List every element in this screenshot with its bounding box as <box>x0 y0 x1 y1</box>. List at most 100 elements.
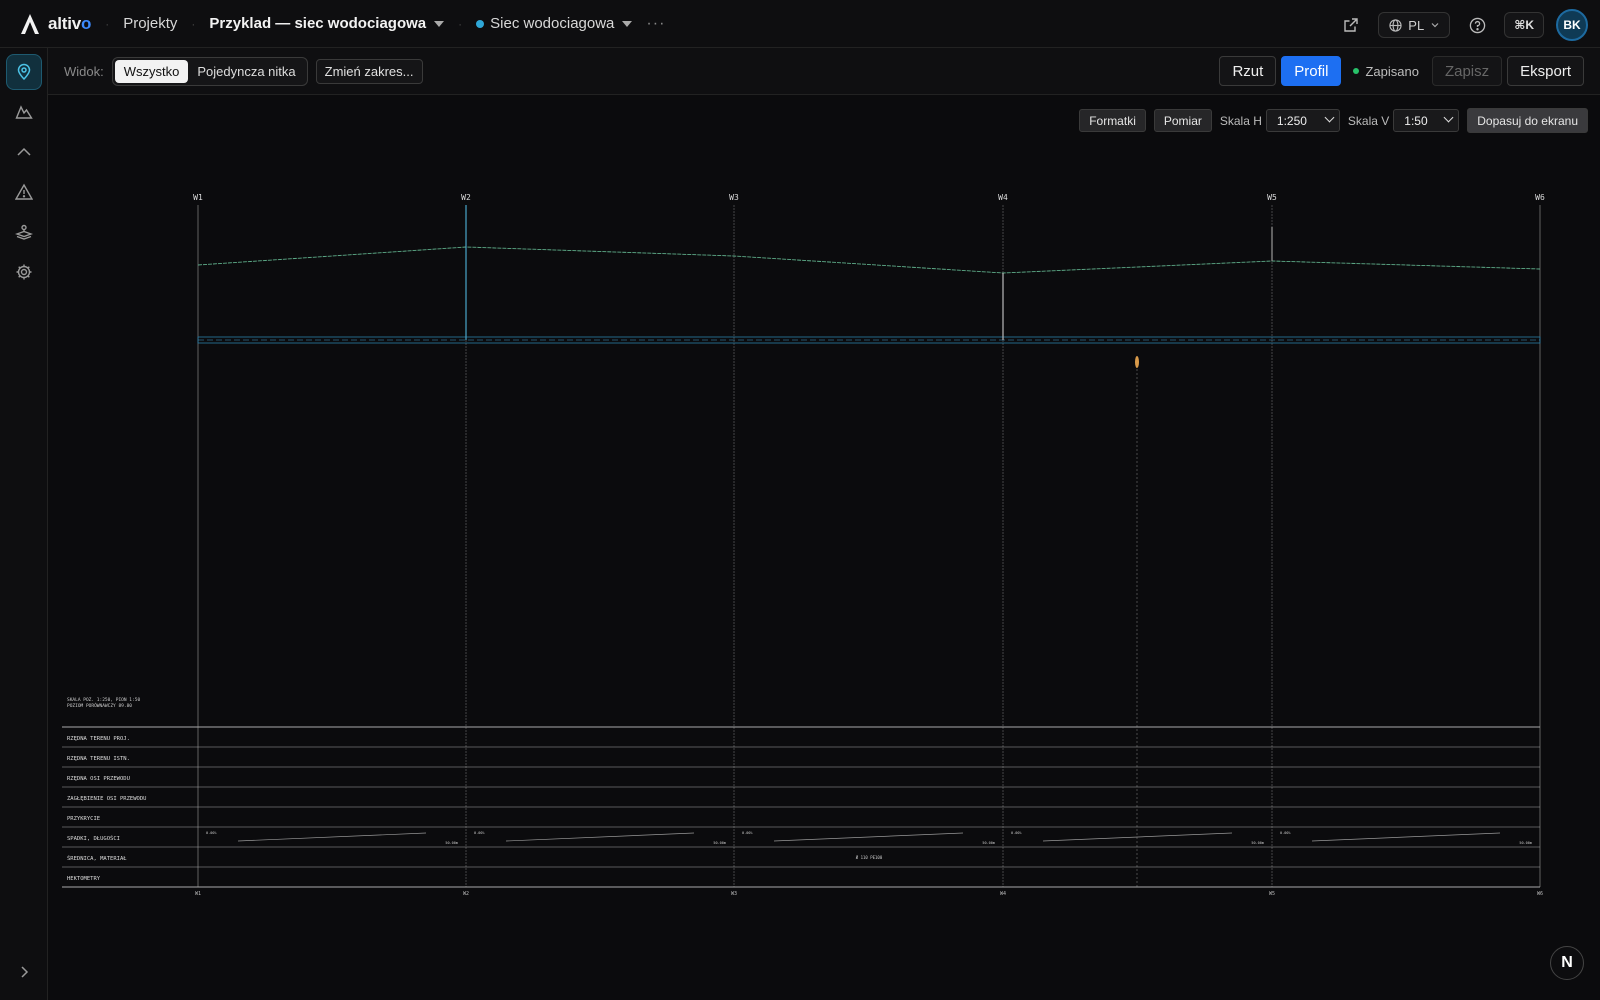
profile-view-button[interactable]: Profil <box>1281 56 1342 86</box>
view-segmented-control: Wszystko Pojedyncza nitka <box>111 56 308 86</box>
logo-icon <box>21 13 39 34</box>
help-button[interactable] <box>1462 10 1492 40</box>
sheet-templates-button[interactable]: Formatki <box>1079 109 1146 132</box>
table-row-label: PRZYKRYCIE <box>67 816 100 822</box>
sidebar-item-layers[interactable] <box>6 214 42 250</box>
save-button[interactable]: Zapisz <box>1431 56 1503 86</box>
canvas-controls: Formatki Pomiar Skala H 1:250 Skala V 1:… <box>1071 108 1588 133</box>
node-bottom-label: W4 <box>1000 891 1006 897</box>
command-palette-button[interactable]: ⌘K <box>1504 12 1544 38</box>
assistant-button[interactable]: N <box>1550 946 1584 980</box>
length-label: 50.00m <box>1519 841 1532 845</box>
chevron-down-icon <box>1324 112 1335 123</box>
map-pin-icon <box>17 63 31 81</box>
table-row-label: ŚREDNICA, MATERIAŁ <box>67 855 127 862</box>
fit-to-screen-button[interactable]: Dopasuj do ekranu <box>1467 108 1588 133</box>
sidebar-item-warnings[interactable] <box>6 174 42 210</box>
breadcrumb-separator: · <box>191 16 196 31</box>
slope-line <box>1042 832 1233 842</box>
table-row-label: HEKTOMETRY <box>67 876 101 882</box>
sidebar-item-map[interactable] <box>6 54 42 90</box>
length-label: 50.00m <box>445 841 458 845</box>
network-status-dot <box>476 20 485 29</box>
slope-line <box>237 832 427 842</box>
language-label: PL <box>1408 17 1425 33</box>
breadcrumb-network[interactable]: Siec wodociagowa <box>476 15 633 32</box>
breadcrumb-project[interactable]: Przyklad — siec wodociagowa <box>209 15 445 32</box>
top-bar: altivo · Projekty · Przyklad — siec wodo… <box>0 0 1600 48</box>
node-bottom-label: W2 <box>463 891 469 897</box>
save-status-label: Zapisano <box>1365 63 1419 79</box>
more-menu-button[interactable]: ··· <box>646 15 665 33</box>
node-bottom-label: W3 <box>731 891 737 897</box>
layers-icon <box>15 224 33 240</box>
scale-h-select[interactable]: 1:250 <box>1265 109 1340 132</box>
length-label: 50.00m <box>713 841 726 845</box>
external-link-icon <box>1344 18 1358 32</box>
fitting-marker <box>1135 356 1139 368</box>
breadcrumb-separator: · <box>105 16 110 31</box>
sidebar <box>0 48 48 1000</box>
slope-line <box>773 832 964 842</box>
table-row-label: SPADKI, DŁUGOŚCI <box>67 835 120 842</box>
slope-label: 0.00% <box>742 831 753 835</box>
length-label: 50.00m <box>982 841 995 845</box>
scale-h-value: 1:250 <box>1276 113 1307 128</box>
table-row-label: ZAGŁĘBIENIE OSI PRZEWODU <box>67 796 146 802</box>
slope-line <box>505 832 695 842</box>
help-icon <box>1469 17 1485 33</box>
node-label: W6 <box>1535 193 1545 202</box>
breadcrumb-projects[interactable]: Projekty <box>123 15 177 32</box>
scale-v-label: Skala V <box>1347 113 1390 128</box>
slope-label: 0.00% <box>474 831 485 835</box>
measure-button[interactable]: Pomiar <box>1153 109 1212 132</box>
expand-icon <box>21 966 29 978</box>
slope-line <box>1311 832 1501 842</box>
slope-label: 0.00% <box>1011 831 1022 835</box>
table-row-label: RZĘDNA TERENU PROJ. <box>67 736 130 742</box>
profile-canvas[interactable]: W1 W1 W2 W2 W3 W3 W4 W4 W5 W5 W6 W6 SKALA POZ. 1:250… <box>48 95 1600 1000</box>
node-label: W4 <box>998 193 1008 202</box>
legend-line: SKALA POZ. 1:250, PION 1:50 <box>67 697 140 703</box>
view-option-single[interactable]: Pojedyncza nitka <box>188 60 304 83</box>
profile-drawing[interactable]: W1 W1 W2 W2 W3 W3 W4 W4 W5 W5 W6 W6 SKALA POZ. 1:250… <box>48 95 1600 1000</box>
plan-view-button[interactable]: Rzut <box>1219 56 1277 86</box>
scale-v-select[interactable]: 1:50 <box>1393 109 1460 132</box>
warning-icon <box>15 183 33 200</box>
node-bottom-label: W1 <box>195 891 201 897</box>
view-toolbar: Widok: Wszystko Pojedyncza nitka Zmień z… <box>48 48 1600 95</box>
terrain-line <box>197 246 1541 274</box>
app-logo[interactable]: altivo <box>20 13 91 35</box>
sidebar-item-terrain[interactable] <box>6 94 42 130</box>
legend-line: POZIOM PORÓWNAWCZY 89.80 <box>67 702 132 709</box>
settings-icon <box>16 264 32 280</box>
node-label: W1 <box>193 193 203 202</box>
change-range-button[interactable]: Zmień zakres... <box>315 58 423 84</box>
node-bottom-label: W5 <box>1269 891 1275 897</box>
globe-icon <box>1389 18 1402 32</box>
slope-label: 0.00% <box>1280 831 1291 835</box>
avatar[interactable]: BK <box>1556 9 1588 41</box>
sidebar-item-settings[interactable] <box>6 254 42 290</box>
view-option-all[interactable]: Wszystko <box>114 59 189 83</box>
node-label: W3 <box>729 193 739 202</box>
profile-icon <box>17 147 31 156</box>
node-label: W2 <box>461 193 471 202</box>
export-button[interactable]: Eksport <box>1507 56 1584 86</box>
chevron-down-icon <box>1443 112 1454 123</box>
external-link-button[interactable] <box>1336 10 1366 40</box>
terrain-icon <box>15 105 33 119</box>
table-row-label: RZĘDNA TERENU ISTN. <box>67 756 130 762</box>
scale-h-label: Skala H <box>1219 113 1262 128</box>
node-bottom-label: W6 <box>1537 891 1543 897</box>
length-label: 50.00m <box>1251 841 1264 845</box>
scale-v-value: 1:50 <box>1404 113 1428 128</box>
slope-label: 0.00% <box>206 831 217 835</box>
language-select[interactable]: PL <box>1378 12 1451 38</box>
sidebar-item-profile[interactable] <box>6 134 42 170</box>
chevron-down-icon <box>434 21 445 28</box>
breadcrumb-separator: · <box>458 16 463 31</box>
node-label: W5 <box>1267 193 1277 202</box>
expand-sidebar-button[interactable] <box>14 962 34 982</box>
app-name: altivo <box>48 13 92 33</box>
